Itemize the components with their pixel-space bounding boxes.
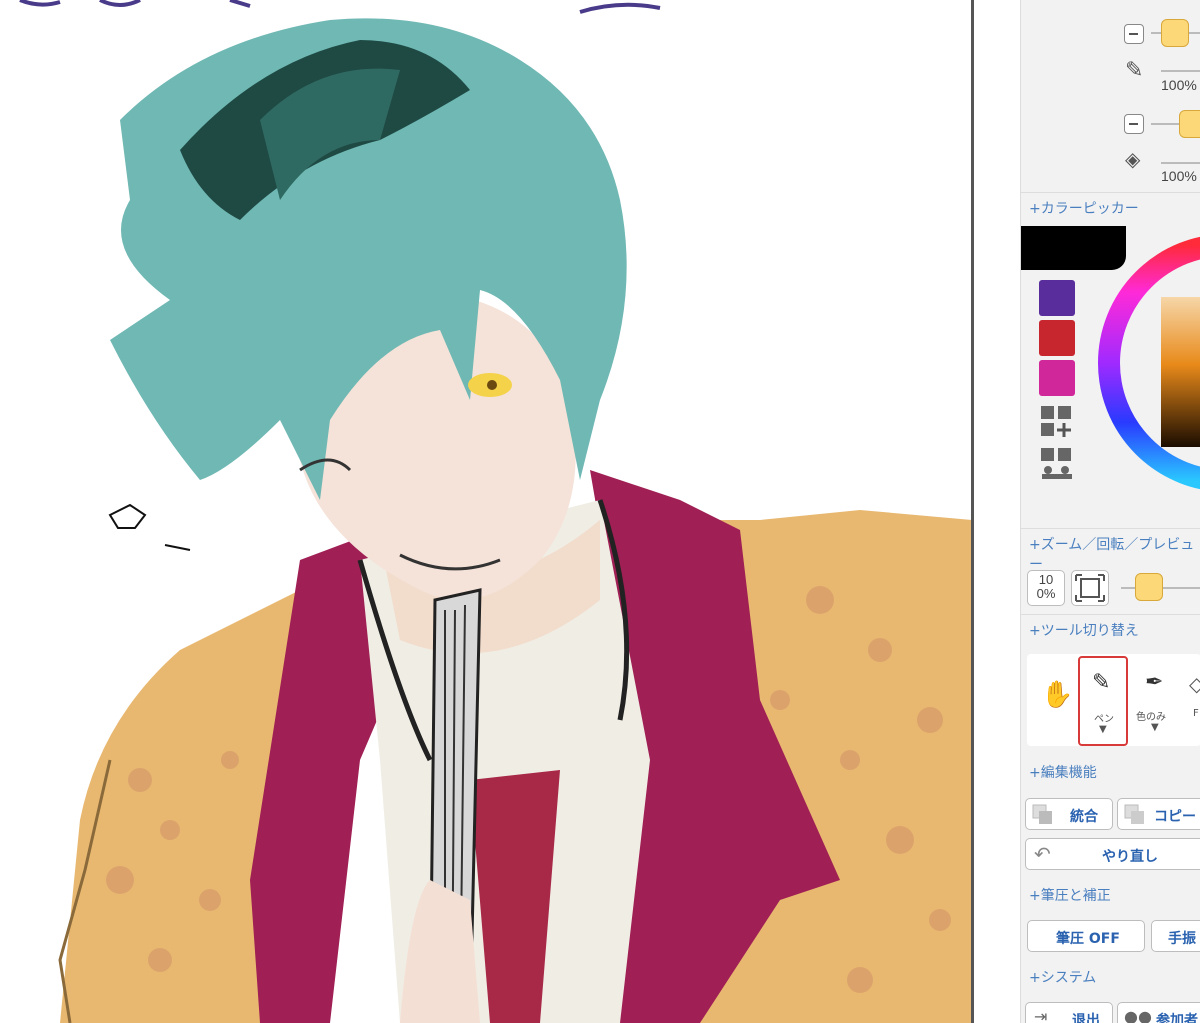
exit-button[interactable]: ⇥ 退出 — [1025, 1002, 1113, 1023]
pressure-toggle-button[interactable]: 筆圧 OFF — [1027, 920, 1145, 952]
section-tool-switch[interactable]: +ツール切り替え — [1029, 620, 1139, 640]
pen-icon: ✎ — [1092, 670, 1111, 695]
artwork-illustration — [19, 0, 972, 1023]
participants-icon: ●● — [1124, 1007, 1152, 1023]
brush-opacity-slider[interactable] — [1161, 70, 1200, 72]
fit-screen-icon — [1075, 574, 1105, 602]
section-color-picker[interactable]: +カラーピッカー — [1029, 198, 1139, 218]
palette-swatch-red[interactable] — [1039, 320, 1075, 356]
eraser-opacity-value: 100% — [1161, 168, 1197, 184]
fit-screen-button[interactable] — [1071, 570, 1109, 606]
merge-button[interactable]: 統合 — [1025, 798, 1113, 830]
hand-tool[interactable]: ✋ — [1029, 658, 1077, 742]
brush-size-decrease-button[interactable] — [1124, 24, 1144, 44]
copy-icon — [1124, 804, 1144, 824]
zoom-slider-thumb[interactable] — [1135, 573, 1163, 601]
eraser-size-thumb[interactable] — [1179, 110, 1200, 138]
tool-panel: ✎ 100% ◈ 100% +カラーピッカー +ズーム／回転／プレビュー 100… — [1020, 0, 1200, 1023]
section-system[interactable]: +システム — [1029, 967, 1096, 987]
merge-icon — [1032, 804, 1052, 824]
pen-tool[interactable]: ✎ ペン ▼ — [1078, 656, 1128, 746]
participants-button[interactable]: ●● 参加者 — [1117, 1002, 1200, 1023]
chevron-down-icon: ▼ — [1151, 722, 1159, 733]
palette-manage-icon[interactable] — [1039, 446, 1075, 482]
canvas-margin — [974, 0, 1025, 1023]
eraser-icon: ◈ — [1125, 147, 1141, 171]
eraser-size-decrease-button[interactable] — [1124, 114, 1144, 134]
copy-button[interactable]: コピー — [1117, 798, 1200, 830]
divider — [1021, 192, 1200, 193]
color-wheel[interactable] — [1097, 233, 1200, 523]
add-swatch-icon[interactable] — [1039, 404, 1075, 440]
section-edit[interactable]: +編集機能 — [1029, 762, 1097, 782]
section-pressure[interactable]: +筆圧と補正 — [1029, 885, 1111, 905]
chevron-down-icon: ▼ — [1099, 724, 1107, 735]
eyedropper-icon: ✒ — [1145, 670, 1164, 695]
zoom-reset-button[interactable]: 100% — [1027, 570, 1065, 606]
brush-opacity-value: 100% — [1161, 77, 1197, 93]
brush-size-thumb[interactable] — [1161, 19, 1189, 47]
divider — [1021, 614, 1200, 615]
palette-swatch-magenta[interactable] — [1039, 360, 1075, 396]
drawing-canvas[interactable] — [0, 0, 972, 1023]
fill-icon: ◇ — [1189, 672, 1200, 696]
redo-button[interactable]: ↶ やり直し — [1025, 838, 1200, 870]
fill-tool[interactable]: ◇ F — [1183, 658, 1200, 742]
section-zoom[interactable]: +ズーム／回転／プレビュー — [1029, 534, 1200, 574]
eyedropper-tool[interactable]: ✒ 色のみ ▼ — [1131, 658, 1181, 742]
divider — [1021, 528, 1200, 529]
undo-arrow-icon: ↶ — [1034, 842, 1051, 866]
eraser-opacity-slider[interactable] — [1161, 162, 1200, 164]
palette-swatch-purple[interactable] — [1039, 280, 1075, 316]
stabilizer-button[interactable]: 手振 — [1151, 920, 1200, 952]
hand-icon: ✋ — [1041, 680, 1074, 710]
pen-icon: ✎ — [1125, 58, 1144, 83]
exit-icon: ⇥ — [1034, 1007, 1048, 1023]
